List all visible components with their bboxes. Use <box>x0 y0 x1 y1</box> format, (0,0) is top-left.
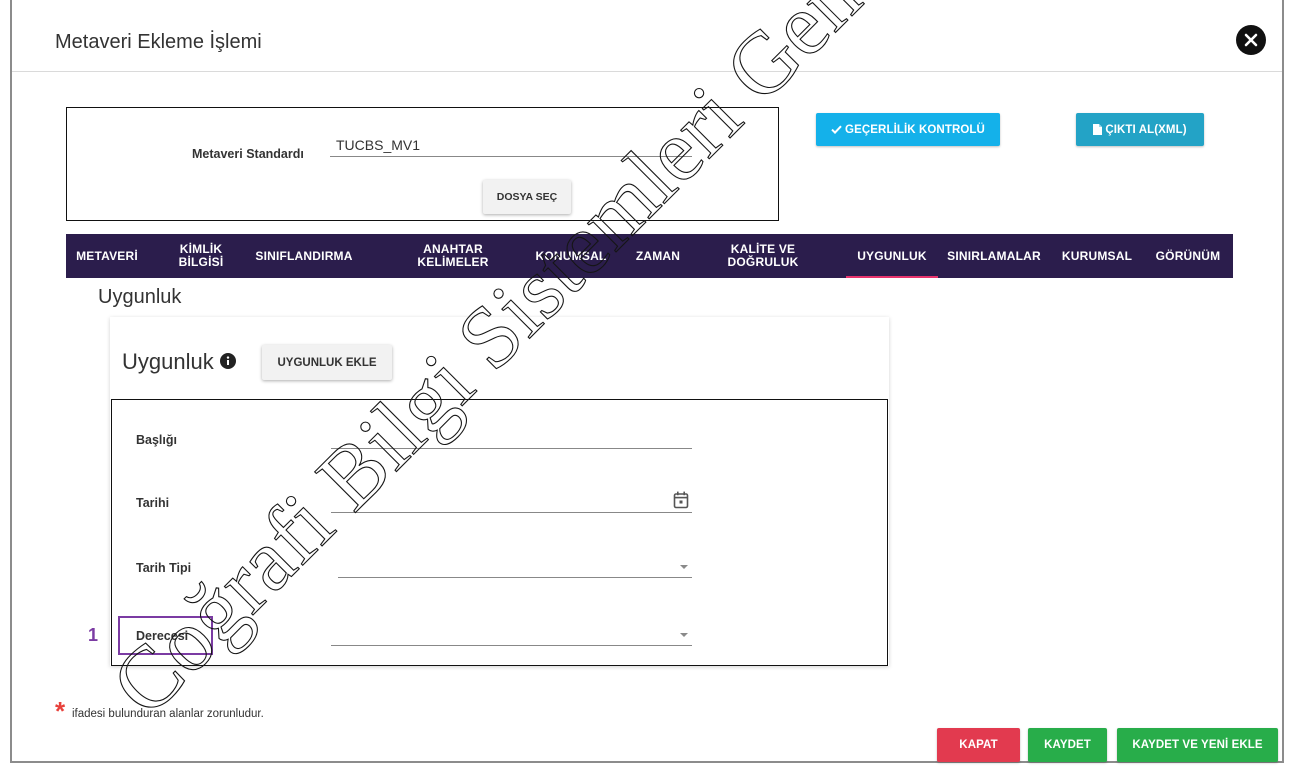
choose-file-button[interactable]: DOSYA SEÇ <box>483 180 571 214</box>
add-uygunluk-button[interactable]: UYGUNLUK EKLE <box>262 345 392 380</box>
tab-anahtar-kelimeler[interactable]: ANAHTAR KELİMELER <box>413 234 493 278</box>
close-button[interactable] <box>1236 25 1266 55</box>
baslik-label: Başlığı <box>136 433 177 447</box>
active-tab-indicator <box>846 276 938 278</box>
check-icon <box>831 125 842 134</box>
close-dialog-button[interactable]: KAPAT <box>937 728 1020 762</box>
derecesi-label: Derecesi <box>136 629 189 643</box>
required-note: ifadesi bulunduran alanlar zorunludur. <box>72 708 264 720</box>
tab-label: GÖRÜNÜM <box>1155 248 1221 263</box>
baslik-input[interactable] <box>331 425 692 449</box>
tab-gorunum[interactable]: GÖRÜNÜM <box>1148 234 1228 278</box>
metadata-standard-panel <box>66 107 779 221</box>
tarih-label: Tarihi <box>136 496 170 510</box>
tab-label-line-2: KELİMELER <box>417 255 489 269</box>
section-title: Uygunluk <box>98 286 182 308</box>
file-icon <box>1093 124 1103 135</box>
validate-button[interactable]: GEÇERLİLİK KONTROLÜ <box>816 113 1000 146</box>
tab-zaman[interactable]: ZAMAN <box>628 234 688 278</box>
save-button[interactable]: KAYDET <box>1028 728 1107 762</box>
modal-title: Metaveri Ekleme İşlemi <box>55 31 262 53</box>
card-title: Uygunluk <box>122 349 214 374</box>
tarih-tipi-select[interactable] <box>338 554 692 578</box>
tab-kurumsal[interactable]: KURUMSAL <box>1058 234 1136 278</box>
tab-konumsal[interactable]: KONUMSAL <box>526 234 616 278</box>
tarih-input[interactable] <box>331 489 692 513</box>
info-icon[interactable] <box>220 353 236 369</box>
save-and-new-button[interactable]: KAYDET VE YENİ EKLE <box>1117 728 1278 762</box>
tab-label: SINIFLANDIRMA <box>255 248 353 263</box>
validate-button-label: GEÇERLİLİK KONTROLÜ <box>845 123 985 136</box>
tab-label: ZAMAN <box>635 248 681 263</box>
calendar-icon[interactable] <box>673 491 689 509</box>
export-xml-button[interactable]: ÇIKTI AL(XML) <box>1076 113 1204 146</box>
tarih-tipi-label: Tarih Tipi <box>136 561 192 575</box>
tab-label: UYGUNLUK <box>857 248 927 263</box>
tab-kalite-ve-dogruluk[interactable]: KALİTE VE DOĞRULUK <box>713 234 813 278</box>
metadata-standard-label: Metaveri Standardı <box>192 147 304 161</box>
chevron-down-icon <box>680 565 688 569</box>
tab-label: SINIRLAMALAR <box>947 248 1041 263</box>
tab-metaveri[interactable]: METAVERİ <box>72 234 142 278</box>
tab-kimlik-bilgisi[interactable]: KİMLİK BİLGİSİ <box>171 234 231 278</box>
tab-label-line-2: DOĞRULUK <box>727 255 799 269</box>
metadata-standard-input[interactable] <box>330 133 692 157</box>
export-xml-button-label: ÇIKTI AL(XML) <box>1105 123 1187 136</box>
tab-uygunluk[interactable]: UYGUNLUK <box>846 234 938 278</box>
tab-label-line-2: BİLGİSİ <box>178 255 224 269</box>
annotation-number: 1 <box>88 625 99 645</box>
required-asterisk: * <box>55 696 66 726</box>
tab-label: KURUMSAL <box>1061 248 1133 263</box>
chevron-down-icon <box>680 633 688 637</box>
close-icon <box>1236 25 1266 55</box>
tab-sinirlamalar[interactable]: SINIRLAMALAR <box>940 234 1048 278</box>
tab-bar: METAVERİ KİMLİK BİLGİSİ SINIFLANDIRMA AN… <box>66 234 1233 278</box>
tab-siniflandirma[interactable]: SINIFLANDIRMA <box>236 234 372 278</box>
tab-label: KONUMSAL <box>535 248 607 263</box>
tab-label: METAVERİ <box>76 248 138 263</box>
derecesi-select[interactable] <box>331 622 692 646</box>
